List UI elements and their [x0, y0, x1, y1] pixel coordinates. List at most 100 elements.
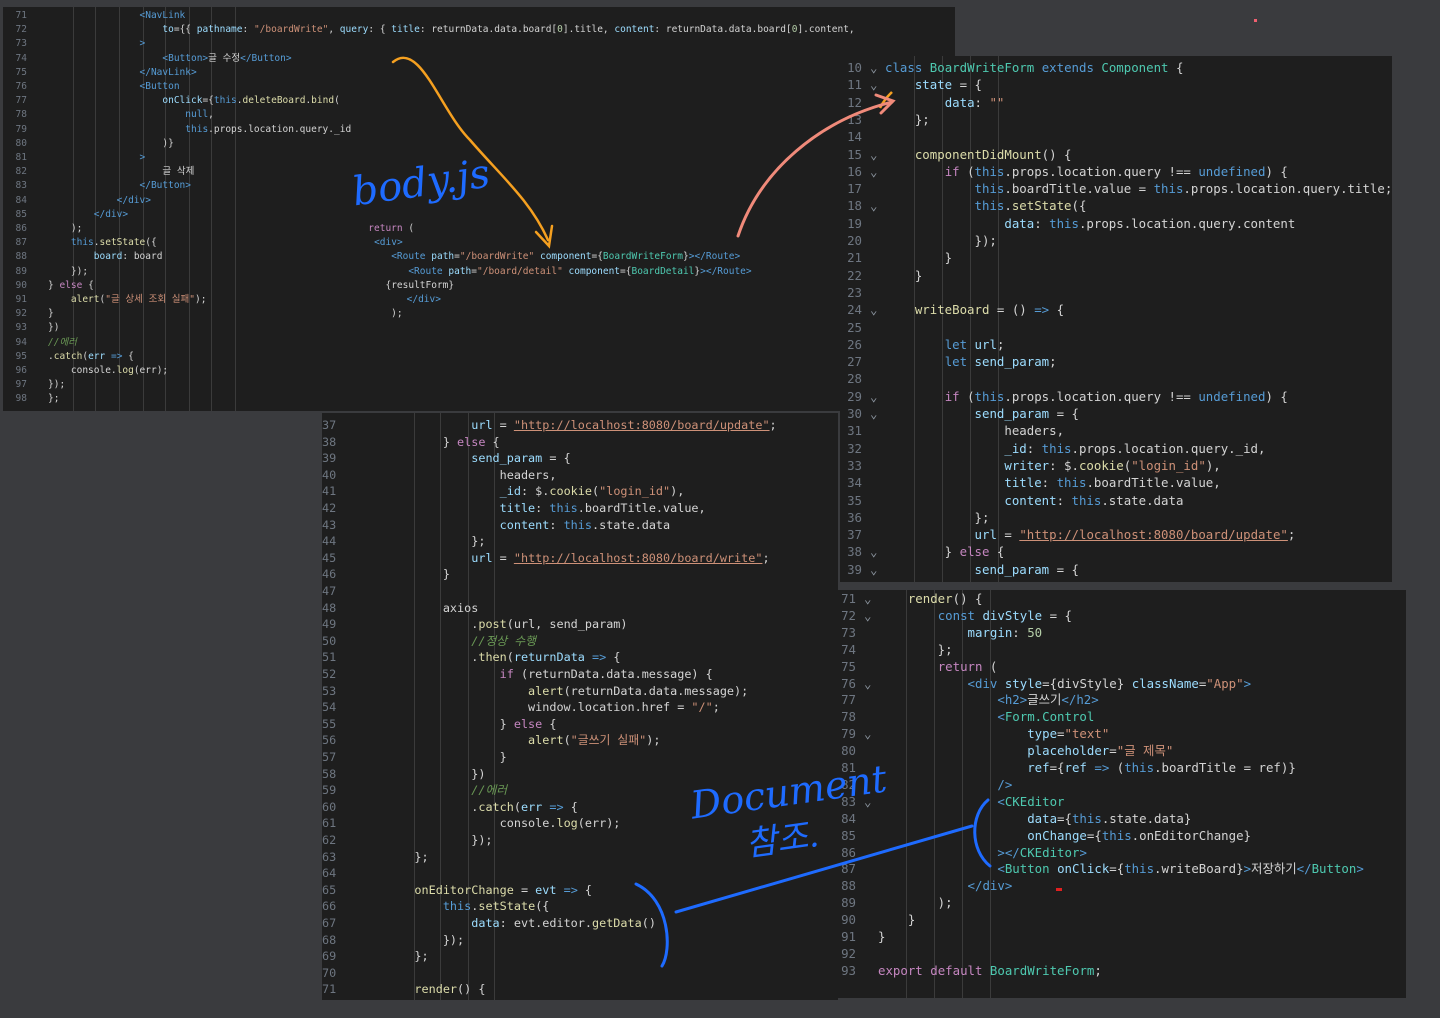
code-line[interactable]: 34 title: this.boardTitle.value, [840, 474, 1392, 491]
code-line[interactable]: 76 <Button [3, 80, 955, 94]
code-line[interactable]: 42 title: this.boardTitle.value, [322, 500, 838, 517]
code-line[interactable]: 51 .then(returnData => { [322, 649, 838, 666]
code-line[interactable]: 89 }); <Route path="/board/detail" compo… [3, 265, 955, 279]
code-line[interactable]: 29 ⌄ if (this.props.location.query !== un… [840, 388, 1392, 405]
fold-chevron-icon[interactable]: ⌄ [864, 608, 871, 625]
code-line[interactable]: 66 this.setState({ [322, 898, 838, 915]
code-line[interactable]: 18 ⌄ this.setState({ [840, 197, 1392, 214]
code-line[interactable]: 21 } [840, 249, 1392, 266]
code-line[interactable]: 52 if (returnData.data.message) { [322, 666, 838, 683]
code-line[interactable]: 79 ⌄ type="text" [838, 726, 1406, 743]
code-line[interactable]: 83 ⌄ <CKEditor [838, 794, 1406, 811]
code-line[interactable]: 68 }); [322, 932, 838, 949]
code-line[interactable]: 89 ); [838, 895, 1406, 912]
code-line[interactable]: 14 [840, 128, 1392, 145]
code-line[interactable]: 43 content: this.state.data [322, 517, 838, 534]
code-line[interactable]: 41 _id: $.cookie("login_id"), [322, 483, 838, 500]
code-line[interactable]: 86 ></CKEditor> [838, 845, 1406, 862]
code-line[interactable]: 56 alert("글쓰기 실패"); [322, 732, 838, 749]
code-line[interactable]: 87 <Button onClick={this.writeBoard}>저장하… [838, 861, 1406, 878]
code-line[interactable]: 78 <Form.Control [838, 709, 1406, 726]
fold-chevron-icon[interactable]: ⌄ [870, 561, 877, 578]
code-line[interactable]: 72 to={{ pathname: "/boardWrite", query:… [3, 23, 955, 37]
code-line[interactable]: 81 ref={ref => (this.boardTitle = ref)} [838, 760, 1406, 777]
code-line[interactable]: 44 }; [322, 533, 838, 550]
code-line[interactable]: 74 }; [838, 642, 1406, 659]
code-line[interactable]: 91} [838, 929, 1406, 946]
code-line[interactable]: 67 data: evt.editor.getData() [322, 915, 838, 932]
code-line[interactable]: 40 headers, [322, 467, 838, 484]
fold-chevron-icon[interactable]: ⌄ [870, 163, 877, 180]
code-line[interactable]: 90 } [838, 912, 1406, 929]
code-line[interactable]: 47 [322, 583, 838, 600]
code-line[interactable]: 77 <h2>글쓰기</h2> [838, 692, 1406, 709]
code-line[interactable]: 20 }); [840, 232, 1392, 249]
code-line[interactable]: 28 [840, 370, 1392, 387]
code-line[interactable]: 71 render() { [322, 981, 838, 998]
code-line[interactable]: 45 url = "http://localhost:8080/board/wr… [322, 550, 838, 567]
code-line[interactable]: 55 } else { [322, 716, 838, 733]
fold-chevron-icon[interactable]: ⌄ [870, 543, 877, 560]
code-panel-writeboard-middle[interactable]: 37 url = "http://localhost:8080/board/up… [322, 413, 838, 1000]
code-line[interactable]: 88 board: board <Route path="/boardWrite… [3, 250, 955, 264]
code-line[interactable]: 94 //에러 [3, 336, 955, 350]
code-line[interactable]: 98}; [3, 392, 955, 406]
code-line[interactable]: 86 ); return ( [3, 222, 955, 236]
code-line[interactable]: 71 <NavLink [3, 9, 955, 23]
code-line[interactable]: 57 } [322, 749, 838, 766]
code-line[interactable]: 32 _id: this.props.location.query._id, [840, 440, 1392, 457]
code-line[interactable]: 71 ⌄ render() { [838, 591, 1406, 608]
code-line[interactable]: 36 }; [840, 509, 1392, 526]
code-line[interactable]: 79 this.props.location.query._id [3, 123, 955, 137]
code-line[interactable]: 78 null, [3, 108, 955, 122]
code-line[interactable]: 33 writer: $.cookie("login_id"), [840, 457, 1392, 474]
code-line[interactable]: 31 headers, [840, 422, 1392, 439]
code-panel-boardwriteform-top[interactable]: 10 ⌄ class BoardWriteForm extends Componen… [840, 56, 1392, 582]
code-line[interactable]: 24 ⌄ writeBoard = () => { [840, 301, 1392, 318]
code-line[interactable]: 38 ⌄ } else { [840, 543, 1392, 560]
code-line[interactable]: 69 }; [322, 948, 838, 965]
fold-chevron-icon[interactable]: ⌄ [870, 197, 877, 214]
fold-chevron-icon[interactable]: ⌄ [870, 76, 877, 93]
code-line[interactable]: 19 data: this.props.location.query.conte… [840, 215, 1392, 232]
fold-chevron-icon[interactable]: ⌄ [870, 388, 877, 405]
code-line[interactable]: 48 axios [322, 600, 838, 617]
code-line[interactable]: 26 let url; [840, 336, 1392, 353]
code-line[interactable]: 37 url = "http://localhost:8080/board/up… [322, 417, 838, 434]
code-line[interactable]: 75 return ( [838, 659, 1406, 676]
code-line[interactable]: 27 let send_param; [840, 353, 1392, 370]
code-line[interactable]: 23 [840, 284, 1392, 301]
code-line[interactable]: 75 </NavLink> [3, 66, 955, 80]
code-line[interactable]: 74 <Button>글 수정</Button> [3, 52, 955, 66]
fold-chevron-icon[interactable]: ⌄ [870, 301, 877, 318]
code-line[interactable]: 92} ); [3, 307, 955, 321]
code-line[interactable]: 12 data: "" [840, 94, 1392, 111]
code-line[interactable]: 73 margin: 50 [838, 625, 1406, 642]
code-line[interactable]: 30 ⌄ send_param = { [840, 405, 1392, 422]
code-panel-body-js[interactable]: 71 <NavLink 72 to={{ pathname: "/boardWri… [3, 7, 955, 411]
code-line[interactable]: 93}) [3, 321, 955, 335]
code-line[interactable]: 38 } else { [322, 434, 838, 451]
code-line[interactable]: 64 [322, 865, 838, 882]
fold-chevron-icon[interactable]: ⌄ [864, 726, 871, 743]
fold-chevron-icon[interactable]: ⌄ [870, 59, 877, 76]
code-line[interactable]: 25 [840, 319, 1392, 336]
fold-chevron-icon[interactable]: ⌄ [870, 146, 877, 163]
code-line[interactable]: 65 onEditorChange = evt => { [322, 882, 838, 899]
code-line[interactable]: 87 this.setState({ <div> [3, 236, 955, 250]
code-line[interactable]: 37 url = "http://localhost:8080/board/up… [840, 526, 1392, 543]
code-line[interactable]: 17 this.boardTitle.value = this.props.lo… [840, 180, 1392, 197]
code-line[interactable]: 96 console.log(err); [3, 364, 955, 378]
fold-chevron-icon[interactable]: ⌄ [870, 405, 877, 422]
code-line[interactable]: 16 ⌄ if (this.props.location.query !== un… [840, 163, 1392, 180]
code-line[interactable]: 15 ⌄ componentDidMount() { [840, 146, 1392, 163]
code-line[interactable]: 49 .post(url, send_param) [322, 616, 838, 633]
code-line[interactable]: 54 window.location.href = "/"; [322, 699, 838, 716]
code-line[interactable]: 72 ⌄ const divStyle = { [838, 608, 1406, 625]
code-line[interactable]: 11 ⌄ state = { [840, 76, 1392, 93]
code-line[interactable]: 92 [838, 946, 1406, 963]
code-line[interactable]: 73 > [3, 37, 955, 51]
code-line[interactable]: 82 /> [838, 777, 1406, 794]
code-line[interactable]: 95 .catch(err => { [3, 350, 955, 364]
code-line[interactable]: 35 content: this.state.data [840, 492, 1392, 509]
